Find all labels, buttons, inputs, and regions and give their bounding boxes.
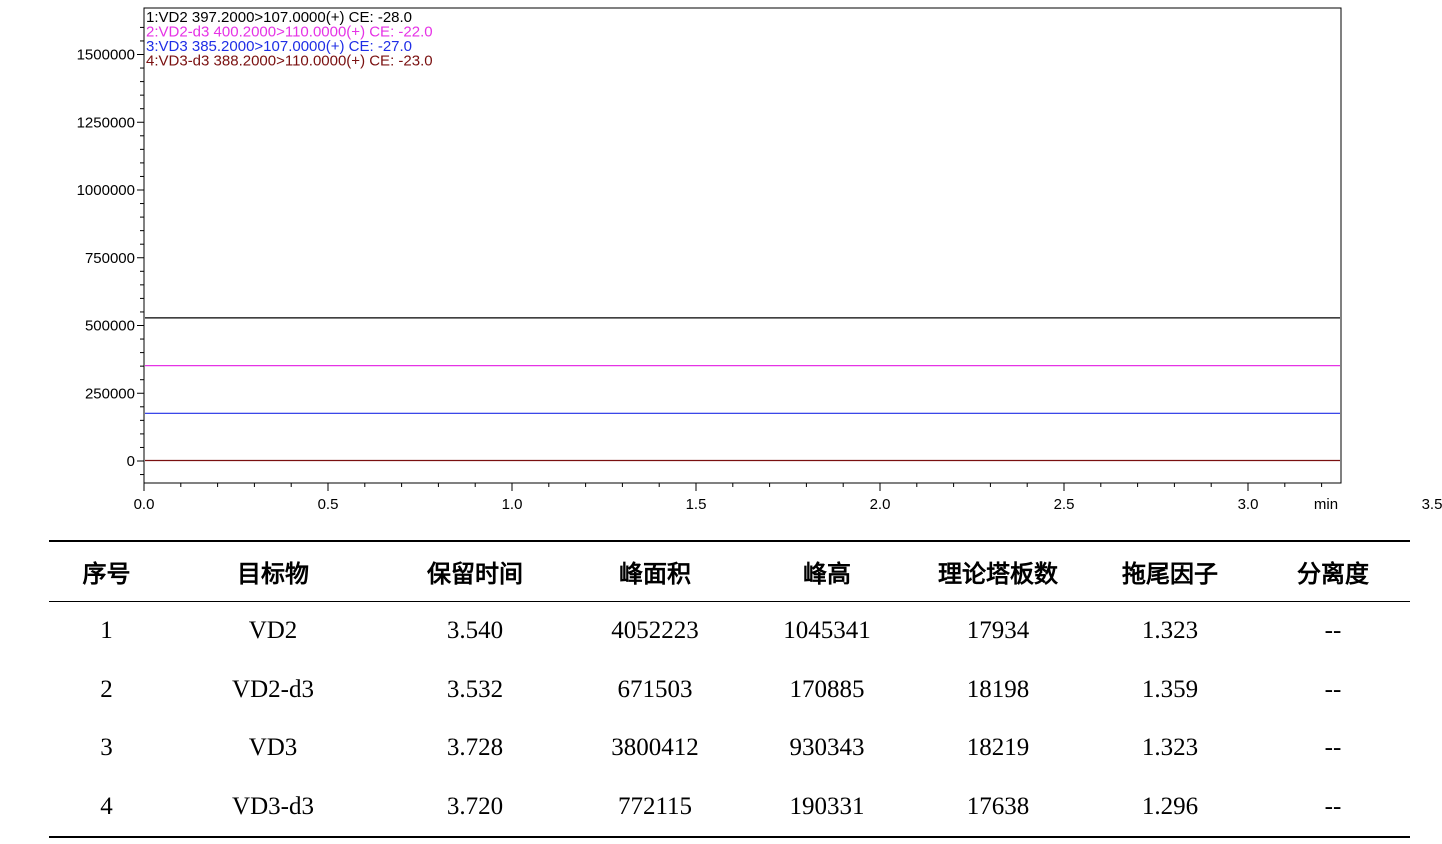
x-tick-label: 1.5 bbox=[686, 496, 707, 513]
cell-retention-time: 3.532 bbox=[446, 675, 504, 703]
cell-index: 4 bbox=[100, 792, 113, 820]
cell-tailing-factor: 1.323 bbox=[1141, 734, 1199, 762]
cell-retention-time: 3.540 bbox=[446, 617, 504, 645]
cell-target: VD2-d3 bbox=[232, 675, 314, 703]
header-peak-height: 峰高 bbox=[742, 541, 912, 602]
y-tick-label: 500000 bbox=[85, 318, 135, 335]
cell-peak-height: 930343 bbox=[789, 734, 865, 762]
header-resolution: 分离度 bbox=[1256, 541, 1410, 602]
cell-theoretical-plates: 17638 bbox=[966, 792, 1030, 820]
cell-theoretical-plates: 18198 bbox=[966, 675, 1030, 703]
plot-frame bbox=[143, 7, 1342, 484]
y-tick-label: 1250000 bbox=[77, 114, 135, 131]
cell-tailing-factor: 1.323 bbox=[1141, 617, 1199, 645]
cell-target: VD2 bbox=[248, 617, 298, 645]
cell-retention-time: 3.728 bbox=[446, 734, 504, 762]
chromatogram-svg: 0.00.51.01.52.02.53.03.54.04.55.05.56.0m… bbox=[77, 7, 1442, 513]
y-tick-label: 1000000 bbox=[77, 182, 135, 199]
table-row: 4 VD3-d3 3.720 772115 190331 17638 1.296… bbox=[49, 778, 1410, 838]
cell-resolution: -- bbox=[1324, 734, 1342, 762]
cell-index: 3 bbox=[100, 734, 113, 762]
cell-resolution: -- bbox=[1324, 617, 1342, 645]
y-tick-label: 250000 bbox=[85, 385, 135, 402]
results-table: 序号 目标物 保留时间 峰面积 峰高 理论塔板数 拖尾因子 分离度 1 VD2 … bbox=[49, 540, 1410, 838]
x-tick-label: 0.0 bbox=[134, 496, 155, 513]
cell-resolution: -- bbox=[1324, 792, 1342, 820]
cell-peak-area: 3800412 bbox=[611, 734, 699, 762]
cell-target: VD3 bbox=[248, 734, 298, 762]
y-tick-label: 750000 bbox=[85, 250, 135, 267]
x-tick-label: 2.5 bbox=[1054, 496, 1075, 513]
header-index: 序号 bbox=[49, 541, 164, 602]
table-row: 2 VD2-d3 3.532 671503 170885 18198 1.359… bbox=[49, 661, 1410, 720]
legend-entry: 4:VD3-d3 388.2000>110.0000(+) CE: -23.0 bbox=[146, 53, 433, 70]
table-header-row: 序号 目标物 保留时间 峰面积 峰高 理论塔板数 拖尾因子 分离度 bbox=[49, 541, 1410, 602]
y-tick-label: 0 bbox=[127, 453, 135, 470]
x-tick-label: 0.5 bbox=[318, 496, 339, 513]
cell-target: VD3-d3 bbox=[232, 792, 314, 820]
cell-peak-area: 772115 bbox=[617, 792, 693, 820]
traces-group bbox=[145, 317, 1340, 462]
cell-tailing-factor: 1.359 bbox=[1141, 675, 1199, 703]
cell-peak-area: 671503 bbox=[617, 675, 693, 703]
results-table-container: 序号 目标物 保留时间 峰面积 峰高 理论塔板数 拖尾因子 分离度 1 VD2 … bbox=[49, 540, 1410, 838]
cell-index: 1 bbox=[100, 617, 113, 645]
x-tick-label: 3.0 bbox=[1238, 496, 1259, 513]
table-row: 1 VD2 3.540 4052223 1045341 17934 1.323 … bbox=[49, 602, 1410, 661]
cell-resolution: -- bbox=[1324, 675, 1342, 703]
cell-index: 2 bbox=[100, 675, 113, 703]
cell-theoretical-plates: 17934 bbox=[966, 617, 1030, 645]
cell-retention-time: 3.720 bbox=[446, 792, 504, 820]
x-axis-label: min bbox=[1314, 496, 1338, 513]
header-target: 目标物 bbox=[164, 541, 382, 602]
x-tick-label: 3.5 bbox=[1422, 496, 1442, 513]
x-tick-label: 2.0 bbox=[870, 496, 891, 513]
cell-peak-height: 170885 bbox=[789, 675, 865, 703]
cell-peak-height: 190331 bbox=[789, 792, 865, 820]
x-tick-label: 1.0 bbox=[502, 496, 523, 513]
y-tick-label: 1500000 bbox=[77, 47, 135, 64]
header-retention-time: 保留时间 bbox=[382, 541, 568, 602]
cell-theoretical-plates: 18219 bbox=[966, 734, 1030, 762]
cell-peak-area: 4052223 bbox=[611, 617, 699, 645]
header-peak-area: 峰面积 bbox=[568, 541, 742, 602]
table-row: 3 VD3 3.728 3800412 930343 18219 1.323 -… bbox=[49, 719, 1410, 778]
cell-peak-height: 1045341 bbox=[783, 617, 871, 645]
cell-tailing-factor: 1.296 bbox=[1141, 792, 1199, 820]
chromatogram-chart: 0.00.51.01.52.02.53.03.54.04.55.05.56.0m… bbox=[0, 0, 1442, 525]
header-tailing-factor: 拖尾因子 bbox=[1084, 541, 1256, 602]
header-theoretical-plates: 理论塔板数 bbox=[912, 541, 1084, 602]
